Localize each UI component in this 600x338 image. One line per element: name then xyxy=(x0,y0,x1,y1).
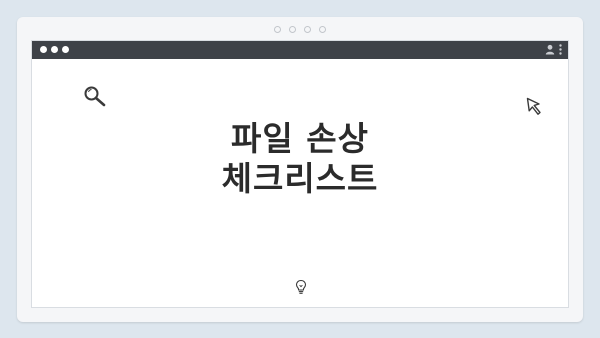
window-titlebar xyxy=(32,41,568,59)
titlebar-actions xyxy=(545,44,562,55)
frame-dots xyxy=(274,26,326,33)
stage: 파일 손상 체크리스트 xyxy=(0,0,600,338)
search-icon xyxy=(83,85,107,111)
frame-dot xyxy=(304,26,311,33)
frame-dot xyxy=(289,26,296,33)
title-line-2: 체크리스트 xyxy=(221,159,379,198)
title-line-1: 파일 손상 xyxy=(231,119,369,158)
cursor-arrow-icon xyxy=(526,97,546,121)
user-icon[interactable] xyxy=(545,44,555,55)
window-controls xyxy=(40,46,69,53)
window-maximize-button[interactable] xyxy=(62,46,69,53)
page-title: 파일 손상 체크리스트 xyxy=(32,119,568,199)
lightbulb-icon xyxy=(295,279,307,299)
frame-dot xyxy=(274,26,281,33)
window-minimize-button[interactable] xyxy=(51,46,58,53)
browser-window: 파일 손상 체크리스트 xyxy=(31,40,569,308)
frame-dot xyxy=(319,26,326,33)
window-close-button[interactable] xyxy=(40,46,47,53)
kebab-menu-icon[interactable] xyxy=(559,44,562,55)
